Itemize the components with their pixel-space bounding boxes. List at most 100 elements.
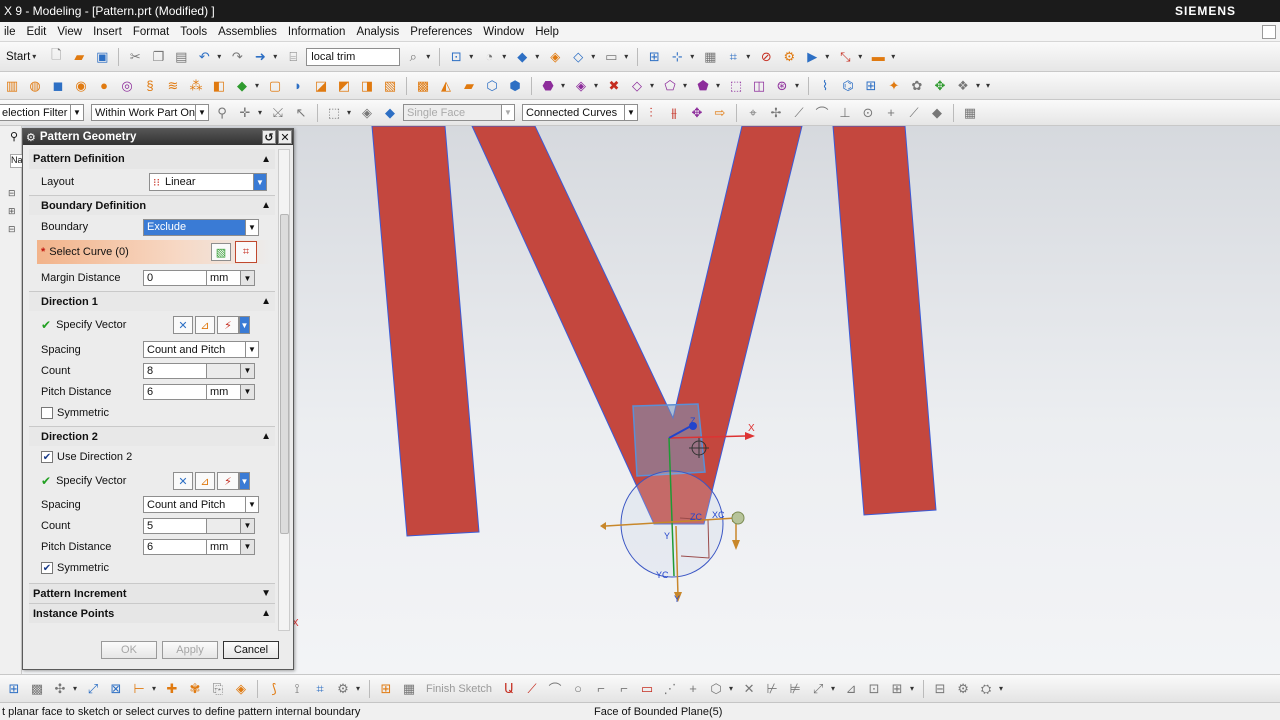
chevron-down-icon[interactable]: ▾ <box>152 684 159 693</box>
direction1-pitch-input[interactable]: 6 <box>143 383 207 400</box>
offset-icon[interactable]: ⤢ <box>808 680 828 698</box>
curve-rule-dropdown[interactable]: Connected Curves ▼ <box>522 104 638 121</box>
direction1-symmetric-checkbox[interactable] <box>41 407 53 419</box>
new-file-icon[interactable]: 🗋 <box>46 47 66 66</box>
background-icon[interactable]: ▭ <box>601 48 621 66</box>
tree-collapse-icon[interactable]: ⊟ <box>8 224 16 235</box>
follow-fillet-icon[interactable]: ⫵ <box>664 104 684 122</box>
measure-icon[interactable]: ⚙ <box>779 48 799 66</box>
chevron-down-icon[interactable]: ▾ <box>690 52 697 61</box>
repeat-command-icon[interactable]: ➜ <box>250 48 270 66</box>
copy-icon[interactable]: ❐ <box>148 48 168 66</box>
direction1-count-spin-button[interactable]: ▼ <box>241 362 255 379</box>
command-finder-icon[interactable]: ⌸ <box>283 48 303 66</box>
chevron-down-icon[interactable]: ▾ <box>624 52 631 61</box>
cylinder-icon[interactable]: ◉ <box>71 77 91 95</box>
shape-icon[interactable]: ✥ <box>930 77 950 95</box>
unite-icon[interactable]: ◆ <box>232 77 252 95</box>
chevron-down-icon[interactable]: ▾ <box>594 81 601 90</box>
reverse-direction-icon[interactable]: ✕ <box>173 472 193 490</box>
reattach-icon[interactable]: ⚙ <box>953 680 973 698</box>
snap-pole-icon[interactable]: ◆ <box>927 104 947 122</box>
pattern-icon[interactable]: ⁂ <box>186 77 206 95</box>
sync-pull-face-icon[interactable]: ◈ <box>571 77 591 95</box>
blend-icon[interactable]: ◗ <box>288 77 308 95</box>
menu-window[interactable]: Window <box>479 26 531 38</box>
patch-icon[interactable]: ⬢ <box>505 77 525 95</box>
chevron-down-icon[interactable]: ▾ <box>831 684 838 693</box>
sphere-icon[interactable]: ● <box>94 77 114 95</box>
linked-face-icon[interactable]: ⊛ <box>772 77 792 95</box>
chevron-down-icon[interactable]: ▾ <box>795 81 802 90</box>
sew-icon[interactable]: ⬡ <box>482 77 502 95</box>
apply-button[interactable]: Apply <box>162 641 218 659</box>
sketch-plane-icon[interactable]: ▩ <box>27 680 47 698</box>
menu-format[interactable]: Format <box>129 26 176 38</box>
hole-icon[interactable]: ◎ <box>117 77 137 95</box>
layout-dropdown[interactable]: ⁝⁝ Linear ▼ <box>149 173 267 191</box>
chevron-down-icon[interactable]: ▾ <box>469 52 476 61</box>
reverse-direction-icon[interactable]: ✕ <box>173 316 193 334</box>
trim-body-icon[interactable]: ◨ <box>357 77 377 95</box>
chevron-down-icon[interactable]: ▾ <box>825 52 832 61</box>
start-button[interactable]: Start ▾ <box>2 51 43 63</box>
fillet-icon[interactable]: ⌐ <box>591 680 611 698</box>
boundary-definition-header[interactable]: Boundary Definition ▲ <box>29 195 275 215</box>
ok-button[interactable]: OK <box>101 641 157 659</box>
bounded-plane-bar-right[interactable] <box>832 126 937 516</box>
fit-view-icon[interactable]: ⊡ <box>446 48 466 66</box>
line-icon[interactable]: ⟋ <box>522 680 542 698</box>
paste-icon[interactable]: ▤ <box>171 48 191 66</box>
tree-expand-icon[interactable]: ⊟ <box>8 188 16 199</box>
extrude-icon[interactable]: ▥ <box>2 77 22 95</box>
chamfer-icon[interactable]: ◪ <box>311 77 331 95</box>
text-icon[interactable]: ⌗ <box>310 680 330 698</box>
part-navigator-icon[interactable]: ⚲ <box>10 130 18 143</box>
work-layer-icon[interactable]: ⊞ <box>644 48 664 66</box>
inspect-icon[interactable]: ◈ <box>231 680 251 698</box>
offset-face-icon[interactable]: ◭ <box>436 77 456 95</box>
extract-icon[interactable]: ⎘ <box>208 680 228 698</box>
offset-curve-icon[interactable]: ⚙ <box>333 680 353 698</box>
play-icon[interactable]: ▶ <box>802 48 822 66</box>
direction2-pitch-spin-button[interactable]: ▼ <box>241 538 255 555</box>
csys-icon[interactable]: ⊠ <box>106 680 126 698</box>
chevron-down-icon[interactable]: ▾ <box>258 108 265 117</box>
sketch-settings-icon[interactable]: ⊟ <box>930 680 950 698</box>
chevron-down-icon[interactable]: ▾ <box>986 81 993 90</box>
dialog-title-bar[interactable]: ⚙ Pattern Geometry ↺ ✕ <box>23 129 293 145</box>
thread-icon[interactable]: ≋ <box>163 77 183 95</box>
direction1-spacing-dropdown[interactable]: Count and Pitch ▼ <box>143 341 259 358</box>
mirror-face-icon[interactable]: ◫ <box>749 77 769 95</box>
split-body-icon[interactable]: ▧ <box>380 77 400 95</box>
circle-icon[interactable]: ○ <box>568 680 588 698</box>
snap-grid-icon[interactable]: ▦ <box>960 104 980 122</box>
block-icon[interactable]: ◼ <box>48 77 68 95</box>
swoop-icon[interactable]: ✿ <box>907 77 927 95</box>
face-selection-icon[interactable]: ◆ <box>380 104 400 122</box>
snap-midpoint-icon[interactable]: ✢ <box>766 104 786 122</box>
constraint-icon[interactable]: ⊿ <box>841 680 861 698</box>
spring-icon[interactable]: § <box>140 77 160 95</box>
shaded-view-icon[interactable]: ◆ <box>512 48 532 66</box>
selection-scope-dropdown[interactable]: Within Work Part Only ▼ <box>91 104 209 121</box>
sync-move-face-icon[interactable]: ⬣ <box>538 77 558 95</box>
rectangle-select-icon[interactable]: ⬚ <box>324 104 344 122</box>
menu-assemblies[interactable]: Assemblies <box>214 26 284 38</box>
menu-insert[interactable]: Insert <box>89 26 129 38</box>
chevron-down-icon[interactable]: ▼ <box>239 316 250 334</box>
move-object-icon[interactable]: ⊹ <box>667 48 687 66</box>
direction1-pitch-spin-button[interactable]: ▼ <box>241 383 255 400</box>
menu-file[interactable]: ile <box>0 26 23 38</box>
sketch-icon[interactable]: ⊞ <box>4 680 24 698</box>
use-direction2-checkbox[interactable]: ✔ <box>41 451 53 463</box>
make-corner-icon[interactable]: ⊭ <box>785 680 805 698</box>
chevron-down-icon[interactable]: ▾ <box>891 52 898 61</box>
finish-sketch-label[interactable]: Finish Sketch <box>426 683 492 695</box>
chevron-down-icon[interactable]: ▾ <box>858 52 865 61</box>
direction2-count-spin-button[interactable]: ▼ <box>241 517 255 534</box>
sketch-point-icon[interactable]: + <box>683 680 703 698</box>
selection-filter-dropdown[interactable]: election Filter ▼ <box>0 104 84 121</box>
snap-intersection-icon[interactable]: ⊥ <box>835 104 855 122</box>
body-icon[interactable]: ✚ <box>162 680 182 698</box>
